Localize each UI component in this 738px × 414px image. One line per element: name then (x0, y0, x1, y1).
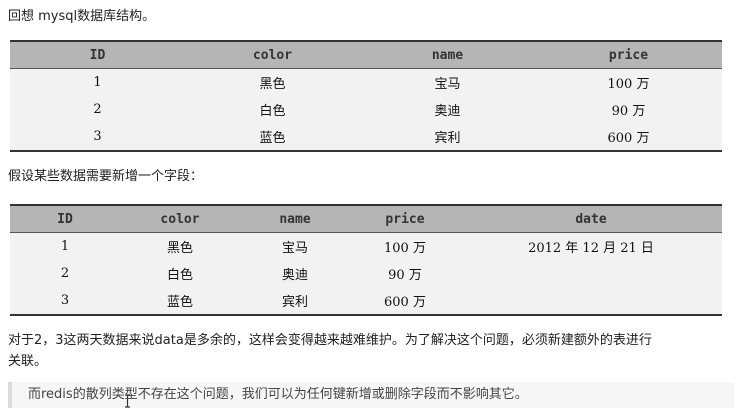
column-header-color: color (185, 42, 360, 69)
cell-color: 白色 (259, 104, 286, 119)
table-row: 3 蓝色 宾利 600 万 (10, 287, 722, 314)
cell-price: 100 万 (384, 241, 426, 256)
new-field-text: 假设某些数据需要新增一个字段： (8, 169, 204, 184)
cell-name: 宝马 (281, 241, 308, 256)
cell-color: 白色 (166, 268, 193, 283)
extended-structure-table: ID color name price date 1 黑色 宝马 100 万 2… (10, 204, 722, 316)
cell-id: 3 (93, 129, 102, 144)
column-header-name: name (360, 42, 535, 69)
cell-name: 奥迪 (434, 104, 461, 119)
cell-name: 奥迪 (281, 268, 308, 283)
cell-color: 蓝色 (259, 131, 286, 146)
table-row: 1 黑色 宝马 100 万 2012 年 12 月 21 日 (10, 233, 722, 261)
cell-name: 宝马 (434, 77, 461, 92)
intro-text: 回想 mysql数据库结构。 (8, 9, 156, 24)
cell-price: 600 万 (607, 131, 650, 146)
explanation-text-line1: 对于2，3这两天数据来说data是多余的，这样会变得越来越难维护。为了解决这个问… (8, 333, 652, 348)
cell-id: 2 (60, 266, 70, 281)
table-header-row: ID color name price (10, 42, 722, 69)
explanation-text-line2: 关联。 (8, 354, 48, 369)
cell-date: 2012 年 12 月 21 日 (528, 241, 654, 256)
cell-id: 3 (60, 293, 70, 308)
column-header-price: price (535, 42, 722, 69)
table-header-row: ID color name price date (10, 206, 722, 233)
table-row: 2 白色 奥迪 90 万 (10, 260, 722, 287)
blockquote-note: 而redis的散列类型不存在这个问题，我们可以为任何键新增或删除字段而不影响其它… (8, 382, 734, 408)
column-header-id: ID (10, 42, 185, 69)
cell-id: 2 (93, 102, 102, 117)
blockquote-text: 而redis的散列类型不存在这个问题，我们可以为任何键新增或删除字段而不影响其它… (28, 387, 528, 402)
cell-id: 1 (93, 75, 102, 90)
cell-name: 宾利 (434, 131, 461, 146)
cell-price: 90 万 (388, 268, 422, 283)
cell-color: 蓝色 (166, 295, 193, 310)
cell-name: 宾利 (281, 295, 308, 310)
cell-price: 100 万 (607, 77, 650, 92)
cell-color: 黑色 (259, 77, 286, 92)
text-cursor-icon (125, 394, 130, 408)
cell-price: 600 万 (384, 295, 426, 310)
table-row: 1 黑色 宝马 100 万 (10, 69, 722, 97)
column-header-id: ID (10, 206, 120, 233)
cell-date (460, 260, 722, 287)
column-header-date: date (460, 206, 722, 233)
column-header-color: color (120, 206, 240, 233)
mysql-structure-table: ID color name price 1 黑色 宝马 100 万 2 白色 奥… (10, 40, 722, 152)
cell-price: 90 万 (611, 104, 646, 119)
cell-date (460, 287, 722, 314)
table-row: 3 蓝色 宾利 600 万 (10, 123, 722, 150)
table-row: 2 白色 奥迪 90 万 (10, 96, 722, 123)
column-header-price: price (350, 206, 460, 233)
cell-color: 黑色 (166, 241, 193, 256)
column-header-name: name (240, 206, 350, 233)
cell-id: 1 (60, 239, 70, 254)
